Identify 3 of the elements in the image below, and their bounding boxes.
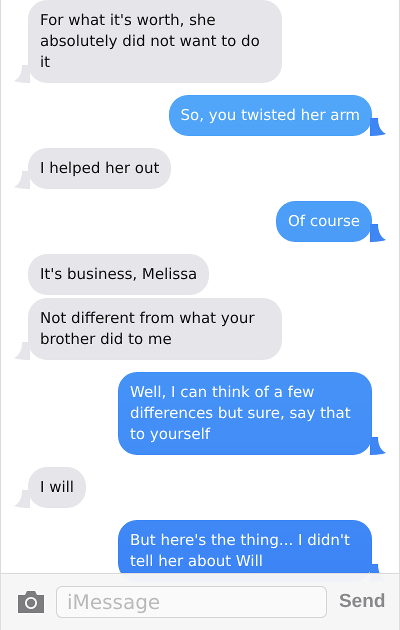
send-button[interactable]: Send [337, 591, 388, 613]
camera-icon[interactable] [16, 590, 46, 614]
message-field[interactable]: iMessage [56, 586, 327, 618]
